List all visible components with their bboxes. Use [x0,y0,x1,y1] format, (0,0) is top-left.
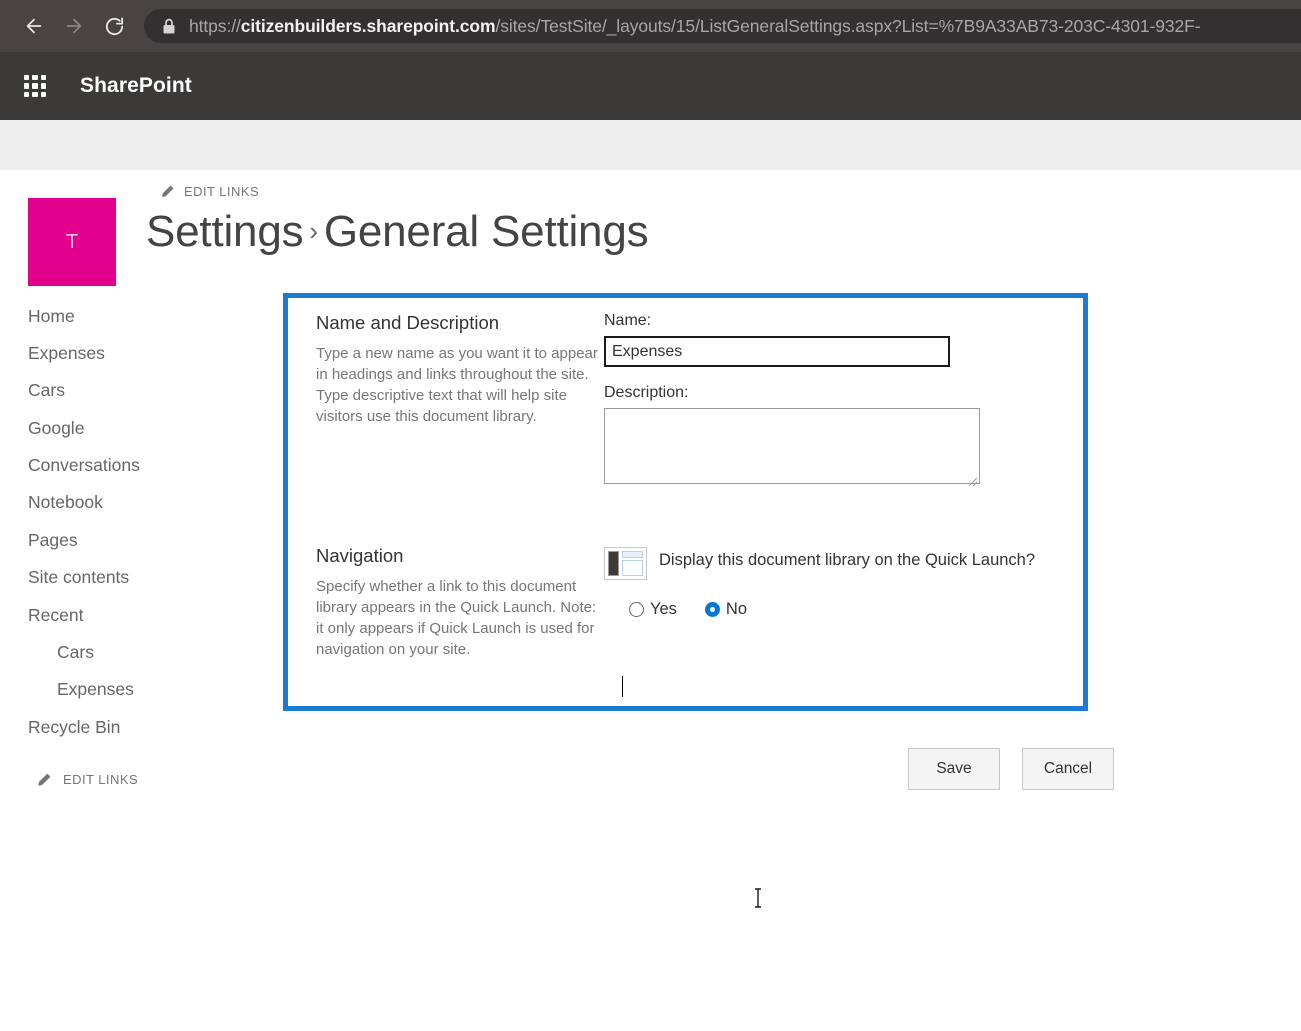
waffle-dot [24,75,30,81]
layout-icon-header-bar [622,551,643,558]
browser-chrome: https://citizenbuilders.sharepoint.com/s… [0,0,1301,52]
navigation-fields-column: Display this document library on the Qui… [604,545,1035,660]
waffle-dot [24,91,30,97]
quick-launch-radio-yes-label: Yes [650,600,677,618]
pencil-icon [160,184,175,199]
description-textarea[interactable] [604,408,980,484]
name-and-description-section: Name and Description Type a new name as … [316,312,980,489]
sidebar-item-notebook[interactable]: Notebook [0,484,285,521]
quick-launch-layout-icon [604,547,647,580]
name-input[interactable] [604,336,950,367]
sidebar-item-conversations[interactable]: Conversations [0,447,285,484]
save-button[interactable]: Save [908,748,1000,790]
layout-icon-content [622,551,643,576]
app-launcher-waffle-icon[interactable] [18,69,52,103]
description-textarea-wrapper [604,408,980,489]
reload-icon [105,16,123,35]
url-scheme: https:// [189,15,241,36]
sidebar-item-expenses[interactable]: Expenses [0,334,285,371]
waffle-dot [32,91,38,97]
sidebar-item-home[interactable]: Home [0,297,285,334]
browser-reload-button[interactable] [94,6,134,46]
sidebar-item-recent-cars[interactable]: Cars [0,633,285,670]
radio-circle-no[interactable] [704,602,720,617]
navigation-section: Navigation Specify whether a link to thi… [316,545,1035,660]
quick-launch-radio-group: Yes No [629,600,1035,619]
quick-launch-radio-no[interactable]: No [704,600,748,619]
waffle-dot [40,75,46,81]
edit-links-top-label: EDIT LINKS [184,184,260,199]
pencil-icon [36,772,52,788]
sidebar-item-google[interactable]: Google [0,409,285,446]
waffle-dot [32,75,38,81]
edit-links-bottom-label: EDIT LINKS [63,772,139,787]
breadcrumb-separator: › [309,216,318,246]
layout-icon-body-area [622,560,643,576]
radio-circle-yes[interactable] [629,602,644,617]
cancel-button[interactable]: Cancel [1022,748,1114,790]
lock-icon [163,18,175,33]
edit-links-top[interactable]: EDIT LINKS [160,184,259,199]
general-settings-form-panel: Name and Description Type a new name as … [283,293,1088,711]
waffle-dot [40,83,46,89]
quick-launch-nav: Home Expenses Cars Google Conversations … [0,293,285,788]
sidebar-item-cars[interactable]: Cars [0,372,285,409]
browser-back-button[interactable] [14,6,54,46]
top-ribbon-band [0,120,1301,171]
browser-forward-button[interactable] [54,6,94,46]
waffle-dot [40,91,46,97]
sidebar-item-recycle-bin[interactable]: Recycle Bin [0,708,285,745]
quick-launch-question-row: Display this document library on the Qui… [604,545,1035,580]
navigation-section-description: Specify whether a link to this document … [316,578,597,658]
sharepoint-suite-bar: SharePoint [0,52,1301,120]
site-logo[interactable]: T [28,198,116,286]
sidebar-item-site-contents[interactable]: Site contents [0,559,285,596]
quick-launch-question-label: Display this document library on the Qui… [659,551,1036,569]
name-section-description: Type a new name as you want it to appear… [316,345,598,425]
sidebar-item-recent-expenses[interactable]: Expenses [0,671,285,708]
edit-links-bottom[interactable]: EDIT LINKS [0,746,285,788]
sidebar-item-recent[interactable]: Recent [0,596,285,633]
sidebar-item-pages[interactable]: Pages [0,521,285,558]
navigation-section-title: Navigation [316,545,404,566]
form-actions: Save Cancel [908,748,1114,790]
description-field-label: Description: [604,384,689,401]
text-caret [622,676,623,697]
quick-launch-radio-yes[interactable]: Yes [629,600,677,619]
name-section-fields-column: Name: Description: [604,312,980,489]
mouse-ibeam-cursor [755,888,761,908]
url-path: /sites/TestSite/_layouts/15/ListGeneralS… [495,15,1201,36]
sharepoint-brand-link[interactable]: SharePoint [80,74,192,98]
arrow-left-icon [26,18,42,34]
navigation-description-column: Navigation Specify whether a link to thi… [316,545,604,660]
name-section-title: Name and Description [316,312,500,333]
quick-launch-radio-no-label: No [725,600,748,618]
url-host: citizenbuilders.sharepoint.com [240,15,496,36]
arrow-right-icon [66,18,82,34]
page-title: General Settings [323,207,649,256]
waffle-dot [24,83,30,89]
breadcrumb-parent[interactable]: Settings [146,207,304,256]
waffle-dot [32,83,38,89]
layout-icon-sidebar [608,551,619,576]
page-header: T EDIT LINKS Settings › General Settings [0,171,1301,293]
breadcrumb: Settings › General Settings [146,207,649,257]
name-field-label: Name: [604,312,652,329]
browser-address-bar[interactable]: https://citizenbuilders.sharepoint.com/s… [144,9,1301,43]
name-section-description-column: Name and Description Type a new name as … [316,312,604,489]
address-bar-url: https://citizenbuilders.sharepoint.com/s… [189,16,1200,37]
